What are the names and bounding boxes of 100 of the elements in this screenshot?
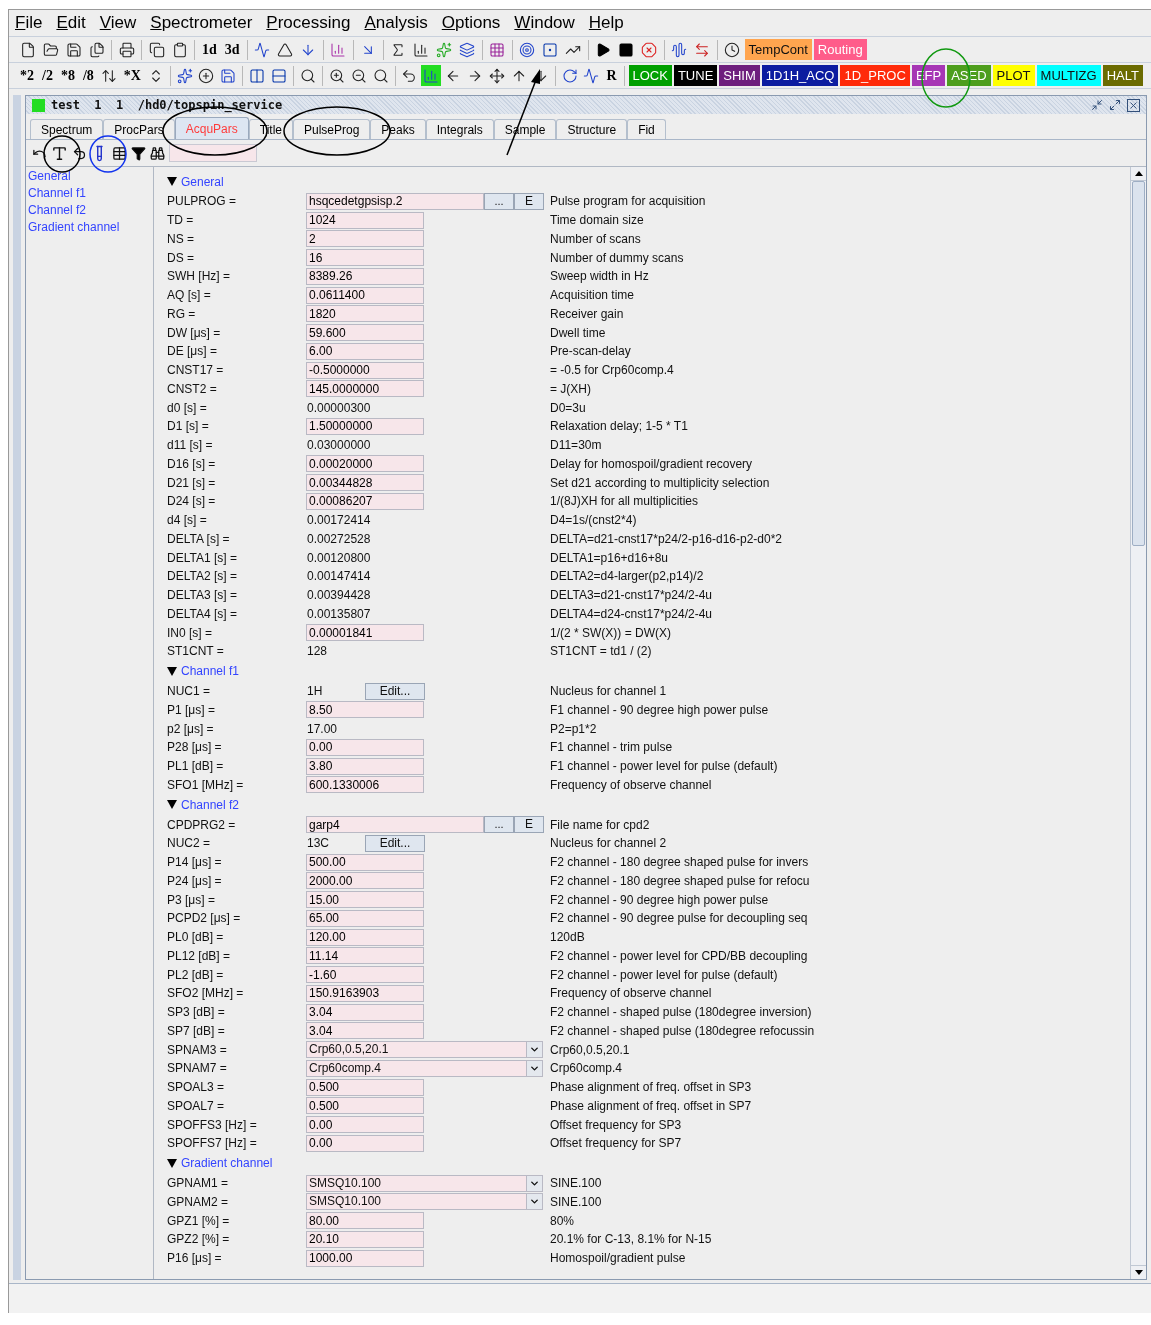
menu-item[interactable]: Help	[588, 10, 624, 36]
menu-item[interactable]: Edit	[56, 10, 86, 36]
parameter-field[interactable]: 0.00	[306, 1116, 424, 1134]
parameter-field[interactable]: -1.60	[306, 966, 424, 984]
parameter-dropdown[interactable]: Crp60comp.4	[306, 1059, 543, 1077]
section-heading[interactable]: General	[181, 172, 224, 191]
parameter-field[interactable]: 150.9163903	[306, 984, 424, 1002]
browse-button[interactable]: ...	[484, 192, 514, 210]
parameter-field[interactable]: garp4	[306, 816, 484, 834]
tab[interactable]: Spectrum	[30, 119, 104, 139]
toolbar-button[interactable]: *X	[120, 64, 144, 87]
browse-button[interactable]: ...	[484, 816, 514, 834]
toolbar-button[interactable]: 3d	[221, 38, 243, 61]
menu-item[interactable]: Window	[514, 10, 575, 36]
toolbar-command-button[interactable]: MULTIZG	[1036, 65, 1101, 86]
section-heading[interactable]: Channel f1	[181, 662, 240, 681]
toolbar-command-button[interactable]: 1D1H_ACQ	[761, 65, 839, 86]
parameter-field[interactable]: 0.00001841	[306, 624, 424, 642]
parameter-dropdown[interactable]: SMSQ10.100	[306, 1174, 543, 1192]
parameter-field[interactable]: 0.00020000	[306, 455, 424, 473]
sidebar-link[interactable]: General	[28, 168, 153, 185]
parameter-field[interactable]: 16	[306, 249, 424, 267]
collapse-triangle-icon[interactable]	[167, 666, 177, 676]
redo-icon[interactable]	[72, 145, 87, 161]
close-icon[interactable]	[1127, 98, 1140, 112]
parameter-field[interactable]: 65.00	[306, 909, 424, 927]
table-icon[interactable]	[112, 145, 127, 161]
toolbar-button[interactable]: 1d	[199, 38, 220, 61]
parameter-field[interactable]: 1.50000000	[306, 417, 424, 435]
parameter-field[interactable]: 1820	[306, 305, 424, 323]
parameter-field[interactable]: 0.500	[306, 1078, 424, 1096]
menu-item[interactable]: Options	[441, 10, 501, 36]
tab[interactable]: Integrals	[425, 119, 494, 139]
scrollbar[interactable]	[1130, 167, 1146, 1279]
binoculars-icon[interactable]	[150, 145, 165, 161]
toolbar-command-button[interactable]: SHIM	[719, 65, 760, 86]
parameter-field[interactable]: 500.00	[306, 853, 424, 871]
section-heading[interactable]: Channel f2	[181, 795, 240, 814]
text-icon[interactable]	[51, 144, 68, 162]
menu-item[interactable]: Analysis	[364, 10, 428, 36]
parameter-field[interactable]: 20.10	[306, 1230, 424, 1248]
parameter-field[interactable]: 0.00	[306, 1134, 424, 1152]
edit-button[interactable]: Edit...	[365, 834, 425, 852]
search-field[interactable]	[169, 144, 257, 162]
toolbar-button[interactable]: /2	[39, 64, 56, 87]
parameter-field[interactable]: 11.14	[306, 947, 424, 965]
parameter-field[interactable]: 15.00	[306, 891, 424, 909]
parameter-field[interactable]: 80.00	[306, 1212, 424, 1230]
sidebar-link[interactable]: Channel f2	[28, 202, 153, 219]
parameter-field[interactable]: 0.0611400	[306, 286, 424, 304]
tab[interactable]: Structure	[556, 119, 628, 139]
menu-item[interactable]: View	[99, 10, 137, 36]
parameter-field[interactable]: 0.00086207	[306, 492, 424, 510]
menu-item[interactable]: Spectrometer	[150, 10, 253, 36]
toolbar-button[interactable]: *2	[17, 64, 37, 87]
parameter-field[interactable]: 3.04	[306, 1022, 424, 1040]
parameter-dropdown[interactable]: Crp60,0.5,20.1	[306, 1041, 543, 1059]
parameter-field[interactable]: 145.0000000	[306, 380, 424, 398]
parameter-field[interactable]: -0.5000000	[306, 361, 424, 379]
toolbar-command-button[interactable]: TUNE	[673, 65, 718, 86]
menu-item[interactable]: Processing	[266, 10, 351, 36]
toolbar-button[interactable]: /8	[79, 64, 97, 87]
edit-button[interactable]: E	[514, 816, 544, 834]
toolbar-command-button[interactable]: 1D_PROC	[840, 65, 910, 86]
parameter-field[interactable]: 6.00	[306, 342, 424, 360]
collapse-triangle-icon[interactable]	[167, 177, 177, 186]
filter-icon[interactable]	[131, 145, 146, 161]
tab[interactable]: Fid	[627, 119, 666, 139]
parameter-field[interactable]: 0.500	[306, 1097, 424, 1115]
parameter-field[interactable]: 2	[306, 230, 424, 248]
edit-button[interactable]: E	[514, 192, 544, 210]
parameter-field[interactable]: 120.00	[306, 928, 424, 946]
toolbar-command-button[interactable]: TempCont	[744, 39, 812, 60]
tab[interactable]: PulseProg	[293, 119, 371, 139]
toolbar-command-button[interactable]: HALT	[1102, 65, 1143, 86]
section-heading[interactable]: Gradient channel	[181, 1154, 273, 1173]
collapse-triangle-icon[interactable]	[167, 800, 177, 810]
parameter-field[interactable]: 59.600	[306, 324, 424, 342]
sidebar-link[interactable]: Gradient channel	[28, 219, 153, 236]
collapse-triangle-icon[interactable]	[167, 1158, 177, 1168]
spectrum-icon[interactable]	[421, 65, 442, 86]
menu-item[interactable]: File	[15, 10, 43, 36]
maximize-icon[interactable]	[1109, 99, 1121, 111]
toolbar-button[interactable]: *8	[57, 64, 78, 87]
edit-button[interactable]: Edit...	[365, 682, 425, 700]
parameter-field[interactable]: 0.00	[306, 738, 424, 756]
parameter-dropdown[interactable]: SMSQ10.100	[306, 1193, 543, 1211]
parameter-field[interactable]: 0.00344828	[306, 474, 424, 492]
parameter-field[interactable]: 1000.00	[306, 1249, 424, 1267]
parameter-field[interactable]: 1024	[306, 211, 424, 229]
parameter-field[interactable]: 8389.26	[306, 267, 424, 285]
parameter-field[interactable]: 2000.00	[306, 872, 424, 890]
parameter-field[interactable]: 3.80	[306, 757, 424, 775]
toolbar-button[interactable]: R	[603, 64, 620, 87]
parameter-field[interactable]: 3.04	[306, 1003, 424, 1021]
toolbar-command-button[interactable]: PLOT	[992, 65, 1035, 86]
parameter-field[interactable]: 600.1330006	[306, 776, 424, 794]
parameter-field[interactable]: 8.50	[306, 701, 424, 719]
sidebar-link[interactable]: Channel f1	[28, 185, 153, 202]
parameter-field[interactable]: hsqcedetgpsisp.2	[306, 192, 484, 210]
